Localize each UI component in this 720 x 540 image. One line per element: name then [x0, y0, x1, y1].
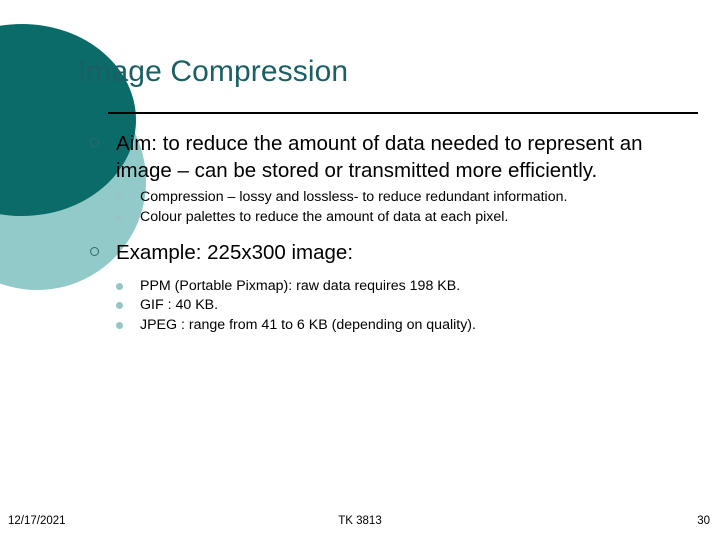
sub-bullet-list: PPM (Portable Pixmap): raw data requires… [88, 277, 692, 335]
bullet-level2: Compression – lossy and lossless- to red… [112, 188, 692, 207]
slide-footer: 12/17/2021 TK 3813 30 [0, 515, 720, 535]
hollow-circle-bullet-icon [90, 138, 99, 147]
filled-dot-bullet-icon [116, 213, 123, 221]
bullet-level1: Example: 225x300 image: [88, 240, 692, 267]
bullet-level2-text: Compression – lossy and lossless- to red… [140, 189, 568, 205]
filled-dot-bullet-icon [116, 194, 123, 201]
footer-page-number: 30 [697, 515, 710, 527]
bullet-level2: JPEG : range from 41 to 6 KB (depending … [112, 316, 692, 335]
bullet-level1-text: Aim: to reduce the amount of data needed… [116, 132, 643, 182]
bullet-level2: Colour palettes to reduce the amount of … [112, 208, 692, 227]
footer-course-code: TK 3813 [338, 515, 382, 527]
bullet-level2-text: PPM (Portable Pixmap): raw data requires… [140, 277, 461, 294]
presentation-slide: Image Compression Aim: to reduce the amo… [0, 0, 720, 540]
bullet-level2-text: JPEG : range from 41 to 6 KB (depending … [140, 316, 476, 333]
slide-body: Aim: to reduce the amount of data needed… [88, 131, 692, 335]
bullet-level2: GIF : 40 KB. [112, 296, 692, 315]
filled-dot-bullet-icon [116, 321, 123, 329]
slide-title: Image Compression [78, 55, 349, 89]
filled-dot-bullet-icon [116, 302, 123, 310]
bullet-level2-text: GIF : 40 KB. [140, 297, 219, 314]
bullet-level1-text: Example: 225x300 image: [116, 241, 354, 265]
filled-dot-bullet-icon [116, 282, 123, 290]
hollow-circle-bullet-icon [90, 247, 99, 257]
bullet-level2-text: Colour palettes to reduce the amount of … [140, 208, 509, 225]
sub-bullet-list: Compression – lossy and lossless- to red… [88, 188, 692, 226]
bullet-level1: Aim: to reduce the amount of data needed… [88, 131, 692, 184]
bullet-level2: PPM (Portable Pixmap): raw data requires… [112, 277, 692, 296]
title-divider [108, 112, 698, 114]
